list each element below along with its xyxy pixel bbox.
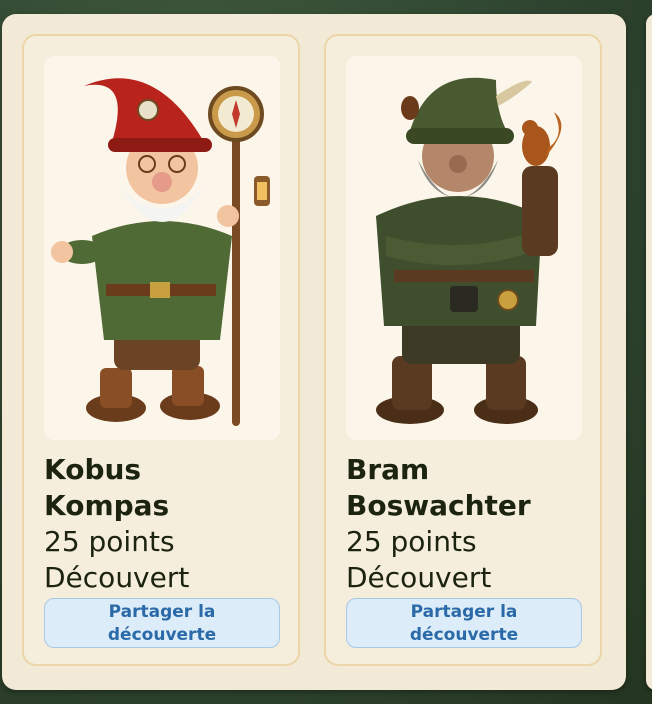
gnome-name-line2: Kompas: [44, 489, 170, 522]
share-label-line2: découverte: [409, 625, 519, 645]
next-card-edge[interactable]: [646, 14, 652, 690]
gnome-name-line1: Kobus: [44, 453, 142, 486]
gnome-image-kobus: [44, 56, 280, 440]
gnome-name-line2: Boswachter: [346, 489, 531, 522]
gnome-points: 25 points: [346, 525, 477, 558]
discovery-status: Découvert: [44, 561, 190, 594]
share-label-line1: Partager la: [410, 602, 518, 622]
gnome-points: 25 points: [44, 525, 175, 558]
gnome-name-line1: Bram: [346, 453, 430, 486]
share-discovery-button[interactable]: Partager la découverte: [44, 598, 280, 648]
discoveries-panel: Kobus Kompas 25 points Découvert Partage…: [2, 14, 626, 690]
gnome-with-squirrel-icon: [376, 77, 562, 424]
gnome-card[interactable]: Kobus Kompas 25 points Découvert Partage…: [22, 34, 300, 666]
gnome-image-bram: [346, 56, 582, 440]
share-discovery-button[interactable]: Partager la découverte: [346, 598, 582, 648]
gnome-name: Bram Boswachter: [346, 452, 586, 524]
share-label-line1: Partager la: [108, 602, 216, 622]
gnome-card[interactable]: Bram Boswachter 25 points Découvert Part…: [324, 34, 602, 666]
gnome-with-compass-staff-icon: [51, 78, 270, 426]
share-label-line2: découverte: [107, 625, 217, 645]
discovery-status: Découvert: [346, 561, 492, 594]
gnome-name: Kobus Kompas: [44, 452, 284, 524]
